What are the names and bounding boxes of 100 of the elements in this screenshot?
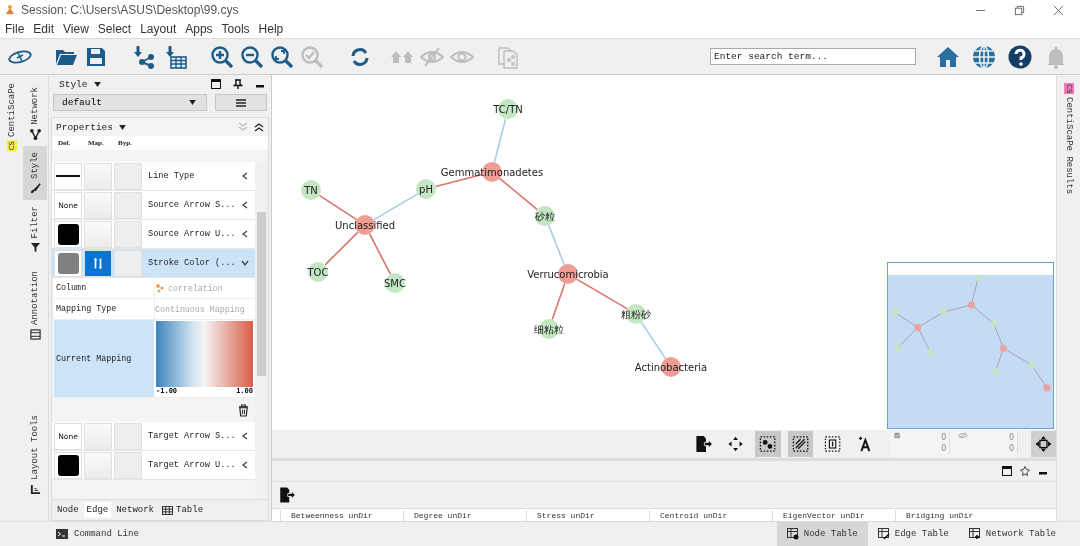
zoom-fit-icon[interactable]: [270, 44, 294, 69]
menu-item[interactable]: Apps: [185, 22, 213, 36]
network-node[interactable]: SMC: [384, 273, 406, 293]
menu-icon: [236, 98, 246, 107]
mapping-label: Current Mapping: [54, 320, 154, 397]
mapping-cell[interactable]: [84, 422, 112, 450]
chevron-icon[interactable]: [241, 461, 249, 469]
table-tab[interactable]: Node Table: [776, 522, 868, 546]
menu-item[interactable]: Tools: [221, 22, 250, 36]
maximize-icon[interactable]: [211, 79, 221, 89]
menu-item[interactable]: View: [63, 22, 89, 36]
scrollbar[interactable]: [255, 162, 268, 499]
menu-button[interactable]: [215, 94, 267, 111]
node-table-icon: [786, 528, 799, 540]
command-line-button[interactable]: Command Line: [56, 529, 139, 539]
caret-icon[interactable]: [93, 81, 101, 87]
select-edges-icon[interactable]: [787, 431, 813, 457]
property-row[interactable]: Stroke Color (...: [52, 249, 255, 278]
mapping-label: Column: [55, 282, 88, 295]
bypass-cell[interactable]: [114, 162, 142, 190]
column-icon: [155, 283, 165, 293]
export-icon[interactable]: [278, 486, 296, 504]
table-icon: [162, 505, 174, 515]
network-node[interactable]: Verrucomicrobia: [527, 264, 609, 284]
gradient-editor[interactable]: [156, 321, 253, 387]
style-dropdown[interactable]: default: [53, 94, 207, 111]
table-tab[interactable]: Network Table: [958, 522, 1066, 546]
app-icon: [4, 4, 16, 16]
chevron-icon[interactable]: [241, 259, 249, 267]
import-table-icon[interactable]: [164, 44, 188, 69]
bypass-cell[interactable]: [114, 249, 142, 277]
chevron-icon[interactable]: [241, 230, 249, 238]
network-icon: [29, 128, 41, 140]
section-title: Properties: [56, 121, 113, 133]
home-icon[interactable]: [936, 44, 960, 69]
panel-tab[interactable]: Node: [54, 502, 82, 518]
network-node[interactable]: 砂粒: [535, 206, 555, 226]
mapping-icon: [93, 256, 103, 270]
zoom-in-icon[interactable]: [210, 44, 234, 69]
side-tab[interactable]: Network: [23, 81, 47, 146]
panel-tab[interactable]: Edge: [83, 502, 112, 518]
globe-icon[interactable]: [972, 44, 996, 69]
chevron-icon[interactable]: [241, 172, 249, 180]
side-tab[interactable]: Style: [23, 145, 47, 200]
window-title: Session: C:\Users\ASUS\Desktop\99.cys: [21, 3, 239, 17]
zoom-out-icon[interactable]: [240, 44, 264, 69]
maximize-icon[interactable]: [1002, 466, 1012, 476]
side-tab[interactable]: Layout Tools: [23, 409, 47, 501]
import-network-icon[interactable]: [132, 44, 156, 69]
menu-item[interactable]: Select: [97, 22, 132, 36]
mapping-cell[interactable]: [84, 220, 112, 248]
panel-title: Style: [59, 78, 88, 90]
menu-item[interactable]: File: [5, 22, 25, 36]
network-table-icon: [968, 528, 981, 540]
bypass-cell[interactable]: [114, 422, 142, 450]
brush-icon: [29, 182, 41, 194]
table-tab[interactable]: Edge Table: [867, 522, 959, 546]
property-row[interactable]: Line Type: [52, 162, 255, 191]
panel-tab[interactable]: Network: [113, 502, 158, 518]
line-icon: [56, 174, 80, 178]
collapse-all-icon[interactable]: [254, 122, 264, 132]
search-field[interactable]: Enter search term...: [710, 48, 916, 65]
network-node[interactable]: Unclassified: [334, 215, 396, 235]
property-row[interactable]: Source Arrow U...: [52, 220, 255, 249]
chevron-icon[interactable]: [241, 432, 249, 440]
property-row[interactable]: Target Arrow U...: [52, 451, 255, 480]
network-node[interactable]: TOC: [307, 262, 329, 282]
caret-icon: [189, 100, 196, 105]
mapping-cell[interactable]: [84, 451, 112, 479]
mapping-cell[interactable]: [84, 162, 112, 190]
panel-icon: [29, 329, 41, 341]
mapping-cell[interactable]: [84, 249, 112, 277]
network-node[interactable]: pH: [416, 179, 436, 199]
terminal-icon: [56, 529, 68, 539]
menu-item[interactable]: Layout: [140, 22, 177, 36]
close-icon[interactable]: [1053, 4, 1064, 16]
panel-tab[interactable]: Table: [159, 502, 207, 518]
count-label: 0: [1008, 442, 1015, 454]
filter-icon: [29, 242, 41, 254]
hidden-icon: [958, 431, 968, 439]
network-node[interactable]: Gemmatimonadetes: [440, 162, 544, 182]
select-nodes-icon[interactable]: [755, 431, 781, 457]
network-node[interactable]: TN: [301, 180, 321, 200]
bypass-cell[interactable]: [114, 451, 142, 479]
trash-icon[interactable]: [238, 403, 249, 417]
default-value-cell[interactable]: [54, 162, 82, 190]
restore-icon[interactable]: [1014, 4, 1025, 16]
menu-item[interactable]: Help: [258, 22, 284, 36]
bypass-cell[interactable]: [114, 191, 142, 219]
menu-item[interactable]: Edit: [33, 22, 55, 36]
navigator-button[interactable]: [1031, 431, 1056, 457]
side-tab[interactable]: Annotation: [23, 265, 47, 347]
chevron-icon[interactable]: [241, 201, 249, 209]
side-tab[interactable]: Filter: [23, 199, 47, 260]
caret-icon[interactable]: [119, 124, 126, 130]
bypass-cell[interactable]: [114, 220, 142, 248]
mapping-label: Mapping Type: [55, 303, 118, 316]
mapping-cell[interactable]: [84, 191, 112, 219]
help-icon[interactable]: [1008, 44, 1032, 69]
network-node[interactable]: Actinobacteria: [634, 357, 708, 377]
